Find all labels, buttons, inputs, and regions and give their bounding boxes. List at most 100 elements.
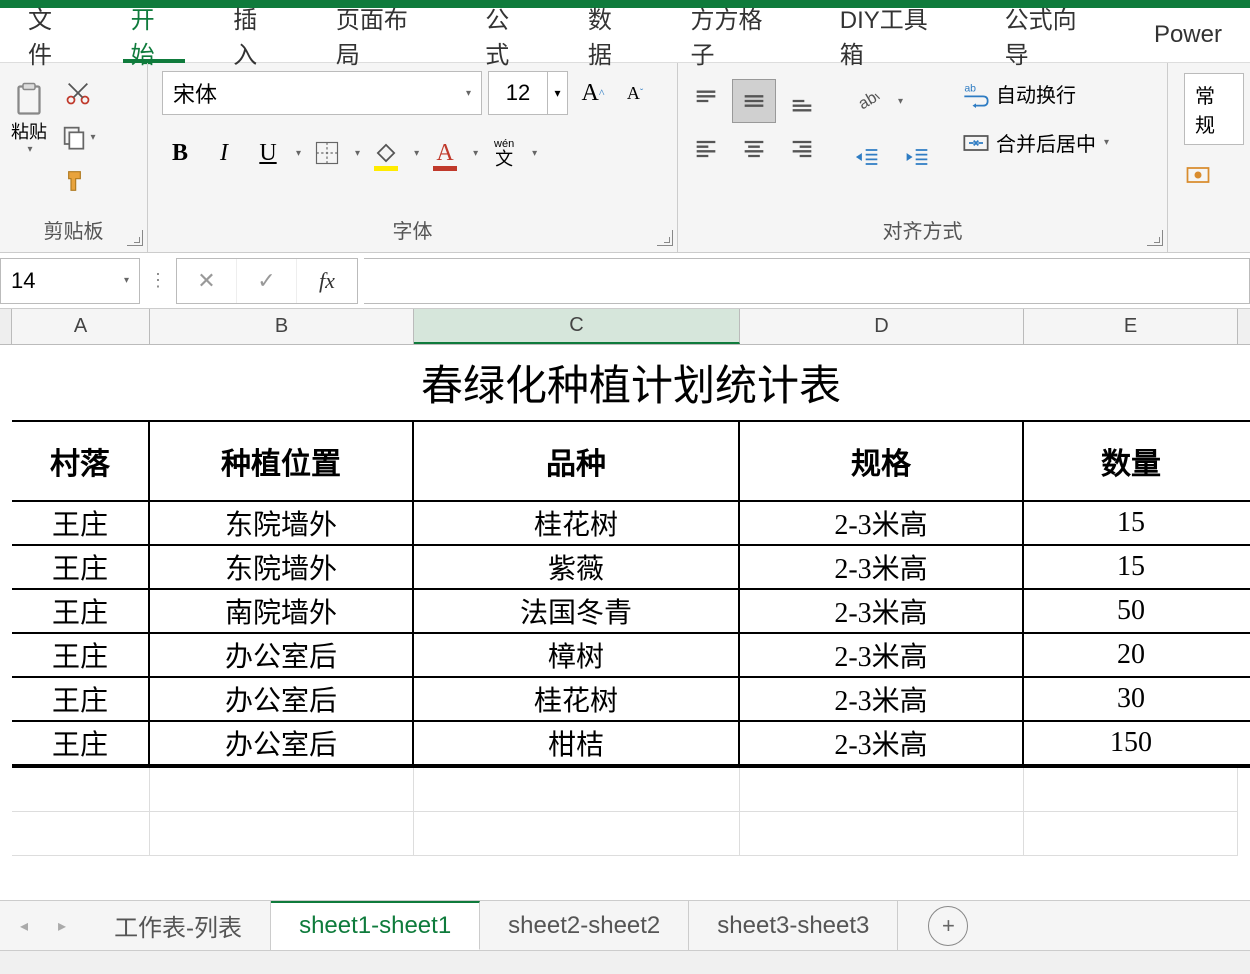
col-header-d[interactable]: D [740,309,1024,344]
format-painter-button[interactable] [58,161,98,201]
cell[interactable]: 办公室后 [150,722,414,764]
font-name-select[interactable]: 宋体 ▾ [162,71,482,115]
cell[interactable]: 桂花树 [414,502,740,544]
cell[interactable]: 南院墙外 [150,590,414,632]
menu-insert[interactable]: 插入 [205,8,308,62]
paste-button[interactable]: 粘贴 ▾ [6,73,52,163]
cell[interactable]: 王庄 [12,502,150,544]
cell[interactable]: 30 [1024,678,1238,720]
borders-button[interactable] [309,131,345,175]
sheet-prev-button[interactable]: ◂ [20,916,28,936]
underline-button[interactable]: U [250,131,286,175]
font-size-dropdown[interactable]: ▾ [548,71,568,115]
header-cell[interactable]: 村落 [12,422,150,500]
col-header-b[interactable]: B [150,309,414,344]
cell[interactable]: 15 [1024,502,1238,544]
formula-input[interactable] [364,258,1250,304]
spreadsheet-grid[interactable]: 春绿化种植计划统计表 村落 种植位置 品种 规格 数量 王庄东院墙外桂花树2-3… [0,345,1250,856]
cell[interactable]: 办公室后 [150,634,414,676]
menu-home[interactable]: 开始 [103,8,206,62]
cell[interactable]: 2-3米高 [740,546,1024,588]
col-header-c[interactable]: C [414,309,740,344]
menu-formula-guide[interactable]: 公式向导 [977,8,1126,62]
pinyin-button[interactable]: wén 文 [486,131,522,175]
currency-icon[interactable] [1184,161,1212,189]
sheet-tab[interactable]: sheet1-sheet1 [271,901,480,950]
cell[interactable]: 桂花树 [414,678,740,720]
sheet-tab[interactable]: sheet2-sheet2 [480,901,689,950]
cell[interactable]: 东院墙外 [150,546,414,588]
chevron-down-icon[interactable]: ▾ [414,148,419,159]
font-dialog-launcher[interactable] [657,230,673,246]
align-right-button[interactable] [780,127,824,171]
header-cell[interactable]: 数量 [1024,422,1238,500]
empty-row[interactable] [12,768,1250,812]
name-box[interactable]: 14 ▾ [0,258,140,304]
indent-increase-button[interactable] [896,135,940,179]
cell[interactable]: 150 [1024,722,1238,764]
cell[interactable]: 办公室后 [150,678,414,720]
wrap-text-button[interactable]: ab 自动换行 [962,79,1109,108]
fx-expand[interactable]: ⋮ [146,270,170,291]
cell[interactable]: 紫薇 [414,546,740,588]
align-left-button[interactable] [684,127,728,171]
menu-diy[interactable]: DIY工具箱 [812,8,977,62]
cell[interactable]: 法国冬青 [414,590,740,632]
menu-page-layout[interactable]: 页面布局 [308,8,457,62]
chevron-down-icon[interactable]: ▾ [898,96,903,107]
sheet-tab[interactable]: sheet3-sheet3 [689,901,898,950]
cell[interactable]: 2-3米高 [740,678,1024,720]
fx-button[interactable]: fx [297,259,357,303]
chevron-down-icon[interactable]: ▾ [296,148,301,159]
shrink-font-button[interactable]: Aˇ [616,71,654,115]
header-cell[interactable]: 品种 [414,422,740,500]
cell[interactable]: 2-3米高 [740,634,1024,676]
clipboard-dialog-launcher[interactable] [127,230,143,246]
merge-center-button[interactable]: 合并后居中 ▾ [962,128,1109,157]
cell[interactable]: 王庄 [12,634,150,676]
sheet-title-cell[interactable]: 春绿化种植计划统计表 [12,345,1250,422]
col-header-e[interactable]: E [1024,309,1238,344]
cell[interactable]: 50 [1024,590,1238,632]
align-top-button[interactable] [684,79,728,123]
confirm-button[interactable]: ✓ [237,259,297,303]
cell[interactable]: 王庄 [12,590,150,632]
menu-ffgz[interactable]: 方方格子 [663,8,812,62]
orientation-button[interactable]: ab [846,79,890,123]
fill-color-button[interactable] [368,131,404,175]
chevron-down-icon[interactable]: ▾ [532,148,537,159]
cell[interactable]: 王庄 [12,678,150,720]
align-bottom-button[interactable] [780,79,824,123]
cell[interactable]: 柑桔 [414,722,740,764]
select-all-corner[interactable] [0,309,12,344]
col-header-a[interactable]: A [12,309,150,344]
number-format-select[interactable]: 常规 [1184,73,1244,145]
menu-formulas[interactable]: 公式 [457,8,560,62]
header-cell[interactable]: 规格 [740,422,1024,500]
cell[interactable]: 20 [1024,634,1238,676]
cell[interactable]: 东院墙外 [150,502,414,544]
chevron-down-icon[interactable]: ▾ [355,148,360,159]
copy-button[interactable]: ▾ [58,117,98,157]
bold-button[interactable]: B [162,131,198,175]
cell[interactable]: 王庄 [12,722,150,764]
cancel-button[interactable]: ✕ [177,259,237,303]
header-cell[interactable]: 种植位置 [150,422,414,500]
sheet-tab[interactable]: 工作表-列表 [86,901,271,950]
cell[interactable]: 2-3米高 [740,502,1024,544]
add-sheet-button[interactable]: + [928,906,968,946]
cell[interactable]: 2-3米高 [740,722,1024,764]
sheet-next-button[interactable]: ▸ [58,916,66,936]
menu-power[interactable]: Power [1126,8,1250,62]
chevron-down-icon[interactable]: ▾ [473,148,478,159]
align-center-button[interactable] [732,127,776,171]
italic-button[interactable]: I [206,131,242,175]
menu-file[interactable]: 文件 [0,8,103,62]
align-dialog-launcher[interactable] [1147,230,1163,246]
cell[interactable]: 2-3米高 [740,590,1024,632]
cut-button[interactable] [58,73,98,113]
font-size-input[interactable]: 12 [488,71,548,115]
cell[interactable]: 15 [1024,546,1238,588]
menu-data[interactable]: 数据 [560,8,663,62]
font-color-button[interactable]: A [427,131,463,175]
